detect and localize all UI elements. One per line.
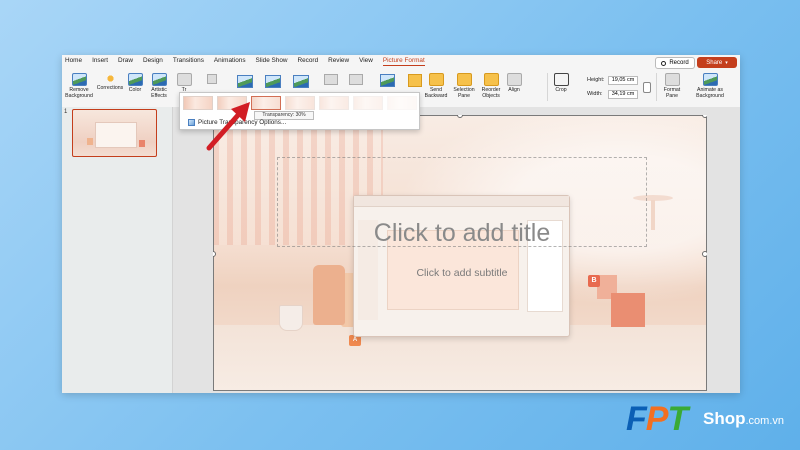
selection-pane-icon [456,73,472,86]
remove-background-icon [71,73,87,86]
record-icon [661,60,667,66]
transparency-button[interactable]: Tr [174,73,194,94]
ribbon-tabs: Home Insert Draw Design Transitions Anim… [65,57,435,66]
send-backward-label: Send Backward [424,87,448,99]
width-label: Width: [587,91,603,97]
transparency-preset-80[interactable] [353,96,383,110]
logo-letter-f: F [626,400,647,438]
reorder-objects-icon [483,73,499,86]
sun-icon [103,73,117,84]
tab-animations[interactable]: Animations [214,57,246,66]
ribbon-separator [656,73,657,101]
width-field[interactable]: 34,19 cm [608,90,638,99]
tab-insert[interactable]: Insert [92,57,108,66]
transparency-icon [176,73,192,86]
picture-style-icon[interactable] [293,75,309,88]
tab-draw[interactable]: Draw [118,57,133,66]
selection-frame [213,115,707,391]
artistic-effects-label: Artistic Effects [151,87,167,99]
alt-text-icon[interactable] [380,74,395,87]
thumbnail-card [95,122,137,148]
align-button[interactable]: Align [505,73,523,94]
transparency-preset-95[interactable] [387,96,417,110]
send-backward-icon [428,73,444,86]
record-label: Record [669,60,689,66]
powerpoint-window: Home Insert Draw Design Transitions Anim… [62,55,740,393]
animate-as-background-button[interactable]: Animate as Background [688,73,732,100]
align-label: Align [508,87,520,93]
reorder-objects-label: Reorder Objects [481,87,501,99]
fpt-logo-mark: FPT [626,400,688,438]
tab-slide-show[interactable]: Slide Show [256,57,288,66]
height-field[interactable]: 19,05 cm [608,76,638,85]
picture-effects-icon[interactable] [349,74,363,85]
selection-pane-label: Selection Pane [453,87,475,99]
tab-design[interactable]: Design [143,57,163,66]
slide-canvas: B A Click to add title Click to add subt… [173,107,740,393]
red-arrow-icon [206,102,250,151]
slide-thumbnail[interactable] [72,109,157,157]
picture-border-icon[interactable] [324,74,338,85]
transparency-options-icon [188,119,195,126]
tab-picture-format[interactable]: Picture Format [382,57,425,66]
format-pane-button[interactable]: Format Pane [660,73,684,100]
artistic-effects-button[interactable]: Artistic Effects [147,73,171,100]
fpt-shop-logo: FPT Shop.com.vn [626,400,796,440]
animate-as-background-label: Animate as Background [696,87,724,99]
reorder-objects-button[interactable]: Reorder Objects [478,73,504,100]
color-button[interactable]: Color [126,73,144,94]
height-label: Height: [587,77,605,83]
corrections-label: Corrections [96,85,124,91]
ribbon-separator [547,73,548,101]
lock-aspect-icon[interactable] [643,82,651,93]
logo-letter-p: P [645,400,669,438]
logo-domain: .com.vn [745,415,785,427]
crop-icon [553,73,569,86]
slide-thumbnail-pane: 1 [62,107,173,393]
send-backward-button[interactable]: Send Backward [422,73,450,100]
color-label: Color [128,87,142,93]
resize-handle[interactable] [702,115,707,118]
selection-pane-button[interactable]: Selection Pane [452,73,476,100]
color-icon [127,73,143,86]
crop-button[interactable]: Crop [551,73,571,94]
tab-review[interactable]: Review [328,57,349,66]
chevron-down-icon: ▾ [725,59,728,66]
remove-background-label: Remove Background [65,87,93,99]
logo-shop-word: Shop [703,409,746,428]
share-button[interactable]: Share ▾ [697,57,737,68]
transparency-preset-30[interactable] [251,96,281,110]
record-button[interactable]: Record [655,57,695,69]
logo-shop-text: Shop.com.vn [703,409,784,429]
remove-background-button[interactable]: Remove Background [64,73,94,100]
slide[interactable]: B A Click to add title Click to add subt… [213,115,707,391]
format-pane-label: Format Pane [663,87,681,99]
tab-transitions[interactable]: Transitions [173,57,204,66]
bring-forward-icon[interactable] [408,74,422,87]
align-icon [506,73,522,86]
animate-as-background-icon [702,73,718,86]
thumbnail-block [87,138,93,145]
compress-pictures-icon[interactable] [207,74,217,84]
resize-handle[interactable] [702,251,707,257]
artistic-effects-icon [151,73,167,86]
tab-record[interactable]: Record [298,57,319,66]
transparency-preset-65[interactable] [319,96,349,110]
tab-view[interactable]: View [359,57,373,66]
corrections-button[interactable]: Corrections [96,73,124,92]
logo-letter-t: T [667,400,688,438]
picture-style-icon[interactable] [237,75,253,88]
slide-number: 1 [64,109,68,115]
share-label: Share [706,59,723,66]
picture-style-icon[interactable] [265,75,281,88]
tab-home[interactable]: Home [65,57,82,66]
crop-label: Crop [555,87,567,93]
thumbnail-block [139,140,145,147]
menu-bar: Home Insert Draw Design Transitions Anim… [62,55,740,69]
format-pane-icon [664,73,680,86]
transparency-preset-50[interactable] [285,96,315,110]
